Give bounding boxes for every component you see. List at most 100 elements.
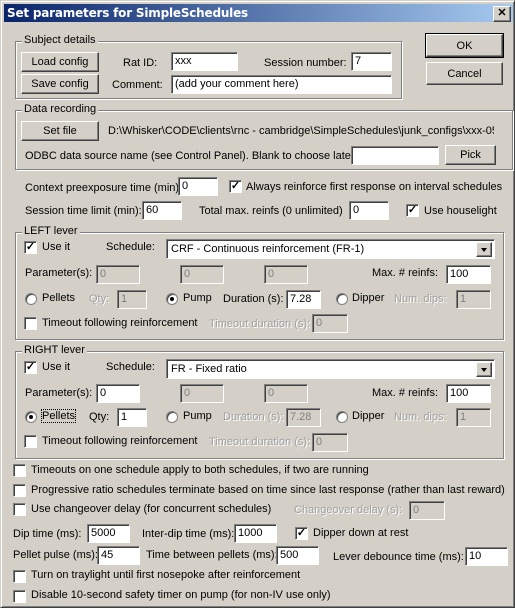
right-num-dips-label: Num. dips:: [394, 411, 447, 423]
inter-dip-input[interactable]: 1000: [234, 524, 277, 543]
right-dipper-radio[interactable]: [336, 411, 348, 423]
right-timeout-duration-input[interactable]: 0: [312, 433, 348, 452]
right-duration-input[interactable]: 7.28: [286, 408, 321, 427]
timeouts-both-label: Timeouts on one schedule apply to both s…: [31, 464, 369, 476]
right-max-reinfs-label: Max. # reinfs:: [372, 387, 439, 399]
right-num-dips-input[interactable]: 1: [456, 408, 491, 427]
always-reinforce-label: Always reinforce first response on inter…: [246, 181, 503, 193]
left-timeout-duration-input[interactable]: 0: [312, 314, 348, 333]
left-max-reinfs-label: Max. # reinfs:: [372, 267, 439, 279]
save-config-button[interactable]: Save config: [21, 74, 99, 94]
checkmark-icon: ✓: [25, 361, 36, 373]
debounce-input[interactable]: 10: [465, 547, 508, 566]
right-schedule-label: Schedule:: [106, 361, 155, 373]
title-bar: Set parameters for SimpleSchedules ✕: [4, 4, 513, 22]
dip-time-label: Dip time (ms):: [13, 528, 82, 540]
left-use-it-label: Use it: [42, 241, 71, 253]
left-duration-input[interactable]: 7.28: [286, 290, 321, 309]
comment-label: Comment:: [112, 79, 163, 91]
houselight-checkbox[interactable]: ✓: [406, 204, 419, 217]
comment-input[interactable]: (add your comment here): [171, 75, 392, 94]
radio-selected-dot: [29, 415, 33, 419]
left-num-dips-label: Num. dips:: [394, 293, 447, 305]
always-reinforce-checkbox[interactable]: ✓: [229, 180, 242, 193]
left-schedule-select[interactable]: CRF - Continuous reinforcement (FR-1): [166, 239, 495, 259]
total-max-input[interactable]: 0: [349, 201, 389, 220]
checkmark-icon: ✓: [230, 180, 241, 192]
pick-button[interactable]: Pick: [445, 145, 496, 165]
right-schedule-select[interactable]: FR - Fixed ratio: [166, 359, 495, 379]
left-max-reinfs-input[interactable]: 100: [446, 265, 491, 284]
left-use-it-checkbox[interactable]: ✓: [24, 241, 37, 254]
inter-dip-label: Inter-dip time (ms):: [142, 528, 235, 540]
ok-label: OK: [456, 39, 473, 52]
dip-time-input[interactable]: 5000: [87, 524, 130, 543]
pr-terminate-checkbox[interactable]: [13, 484, 26, 497]
dipper-down-checkbox[interactable]: ✓: [295, 527, 308, 540]
pellet-pulse-input[interactable]: 45: [97, 546, 140, 565]
left-lever-label: LEFT lever: [22, 225, 80, 237]
checkmark-icon: ✓: [407, 204, 418, 216]
left-param-2-input[interactable]: 0: [180, 265, 224, 284]
chevron-down-icon[interactable]: [476, 362, 492, 377]
left-timeout-checkbox[interactable]: [24, 317, 37, 330]
left-num-dips-input[interactable]: 1: [456, 290, 491, 309]
load-config-label: Load config: [31, 56, 89, 68]
dipper-down-label: Dipper down at rest: [313, 527, 409, 539]
cancel-button[interactable]: Cancel: [426, 62, 503, 85]
pr-terminate-label: Progressive ratio schedules terminate ba…: [31, 484, 505, 496]
disable-timer-checkbox[interactable]: [13, 590, 26, 603]
load-config-button[interactable]: Load config: [21, 52, 99, 72]
odbc-label: ODBC data source name (see Control Panel…: [25, 150, 358, 162]
right-pellets-radio[interactable]: [25, 411, 37, 423]
left-dipper-label: Dipper: [352, 292, 385, 304]
right-pump-label: Pump: [183, 410, 212, 422]
houselight-label: Use houselight: [424, 205, 497, 217]
right-timeout-checkbox[interactable]: [24, 435, 37, 448]
right-param-1-input[interactable]: 0: [96, 384, 140, 403]
preexposure-input[interactable]: 0: [178, 177, 218, 196]
left-schedule-value: CRF - Continuous reinforcement (FR-1): [171, 243, 365, 255]
traylight-checkbox[interactable]: [13, 570, 26, 583]
right-qty-input[interactable]: 1: [117, 408, 147, 427]
left-pellets-radio[interactable]: [25, 293, 37, 305]
left-duration-label: Duration (s):: [223, 293, 284, 305]
right-param-3-input[interactable]: 0: [264, 384, 308, 403]
left-timeout-label: Timeout following reinforcement: [42, 317, 198, 329]
changeover-delay-input[interactable]: 0: [409, 501, 445, 520]
time-between-input[interactable]: 500: [276, 546, 319, 565]
right-param-2-input[interactable]: 0: [180, 384, 224, 403]
subject-details-label: Subject details: [22, 34, 98, 46]
set-file-button[interactable]: Set file: [21, 121, 99, 141]
left-qty-input[interactable]: 1: [117, 290, 147, 309]
left-schedule-label: Schedule:: [106, 241, 155, 253]
right-dipper-label: Dipper: [352, 410, 385, 422]
odbc-input[interactable]: [351, 146, 439, 165]
set-file-label: Set file: [43, 125, 77, 137]
disable-timer-label: Disable 10-second safety timer on pump (…: [31, 589, 331, 601]
changeover-checkbox[interactable]: [13, 503, 26, 516]
file-path-text: D:\Whisker\CODE\clients\rnc - cambridge\…: [108, 125, 494, 137]
cancel-label: Cancel: [447, 67, 482, 80]
right-use-it-checkbox[interactable]: ✓: [24, 361, 37, 374]
preexposure-label: Context preexposure time (min):: [25, 182, 183, 194]
session-number-input[interactable]: 7: [351, 52, 392, 71]
left-pump-radio[interactable]: [166, 293, 178, 305]
session-number-label: Session number:: [264, 57, 347, 69]
timeouts-both-checkbox[interactable]: [13, 464, 26, 477]
right-timeout-label: Timeout following reinforcement: [42, 435, 198, 447]
chevron-down-icon[interactable]: [476, 242, 492, 257]
left-param-1-input[interactable]: 0: [96, 265, 140, 284]
time-between-label: Time between pellets (ms):: [146, 549, 278, 561]
rat-id-input[interactable]: xxx: [171, 52, 238, 71]
right-pump-radio[interactable]: [166, 411, 178, 423]
left-dipper-radio[interactable]: [336, 293, 348, 305]
save-config-label: Save config: [31, 78, 89, 90]
ok-button[interactable]: OK: [425, 33, 504, 58]
left-param-3-input[interactable]: 0: [264, 265, 308, 284]
total-max-label: Total max. reinfs (0 unlimited): [199, 205, 343, 217]
left-pump-label: Pump: [183, 292, 212, 304]
session-limit-input[interactable]: 60: [142, 201, 182, 220]
close-icon[interactable]: ✕: [493, 6, 511, 22]
right-max-reinfs-input[interactable]: 100: [446, 384, 491, 403]
